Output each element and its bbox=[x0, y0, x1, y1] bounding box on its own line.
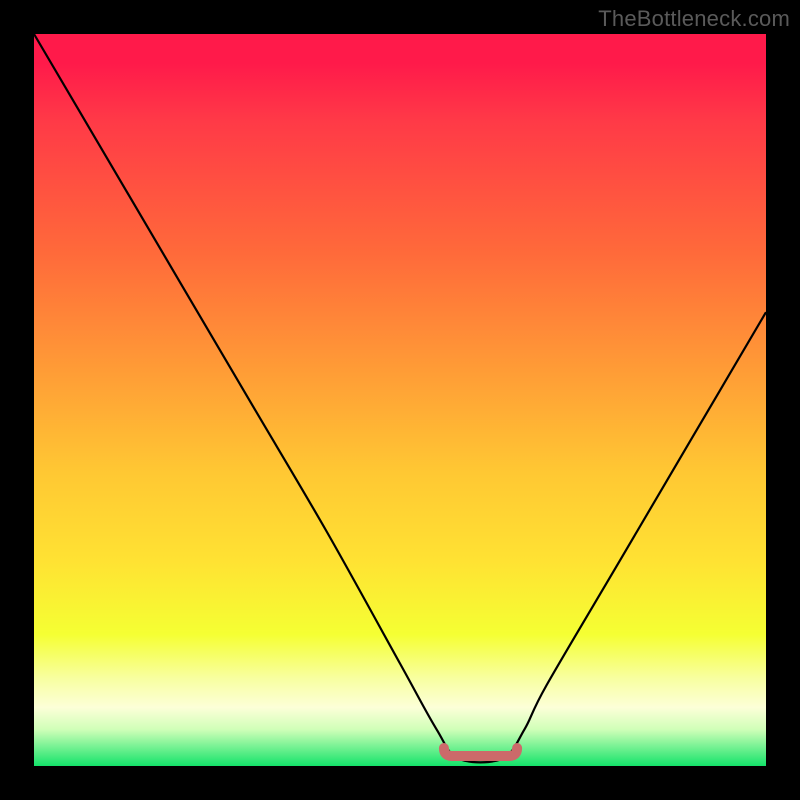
plot-area bbox=[34, 34, 766, 766]
chart-svg bbox=[34, 34, 766, 766]
curve-line bbox=[34, 34, 766, 762]
plateau-marker bbox=[444, 748, 517, 756]
watermark-text: TheBottleneck.com bbox=[598, 6, 790, 32]
chart-container: TheBottleneck.com bbox=[0, 0, 800, 800]
